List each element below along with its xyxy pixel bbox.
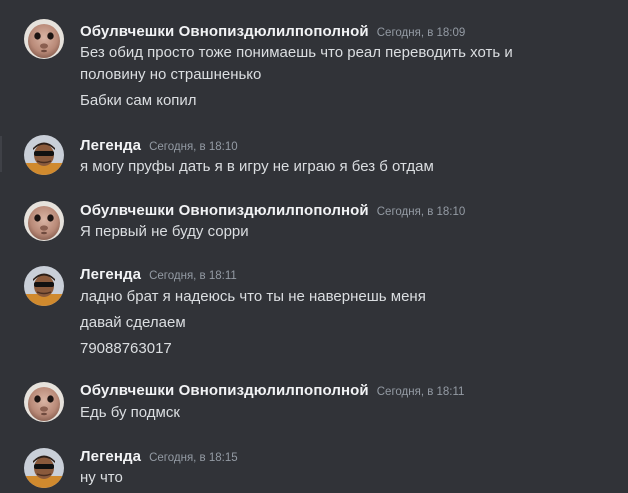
message-text: Я первый не буду сорри [80,223,249,240]
message-header: Легенда Сегодня, в 18:15 [80,448,238,468]
message-text: 79088763017 [80,340,172,357]
message-hover-indicator [0,136,2,172]
avatar[interactable] [24,135,64,175]
username[interactable]: Обулвчешки Овнопиздюлилпополной [80,382,369,399]
message-text: Бабки сам копил [80,92,197,109]
avatar[interactable] [24,201,64,241]
username[interactable]: Легенда [80,266,141,283]
person-sunglasses-avatar-icon [24,266,64,306]
username[interactable]: Легенда [80,137,141,154]
message-text: давай сделаем [80,314,186,331]
message-header: Обулвчешки Овнопиздюлилпополной Сегодня,… [80,202,465,222]
timestamp[interactable]: Сегодня, в 18:11 [149,270,237,282]
alien-face-avatar-icon [24,201,64,241]
avatar[interactable] [24,448,64,488]
avatar[interactable] [24,382,64,422]
message-text: ну что [80,469,123,486]
username[interactable]: Легенда [80,448,141,465]
message-header: Обулвчешки Овнопиздюлилпополной Сегодня,… [80,382,464,402]
avatar[interactable] [24,266,64,306]
chat-messages: Обулвчешки Овнопиздюлилпополной Сегодня,… [0,0,628,493]
person-sunglasses-avatar-icon [24,448,64,488]
username[interactable]: Обулвчешки Овнопиздюлилпополной [80,23,369,40]
avatar[interactable] [24,19,64,59]
timestamp[interactable]: Сегодня, в 18:10 [149,141,238,153]
message-text: Без обид просто тоже понимаешь что реал … [80,44,513,61]
timestamp[interactable]: Сегодня, в 18:09 [377,27,466,39]
message-text: Едь бу подмск [80,404,180,421]
alien-face-avatar-icon [24,19,64,59]
person-sunglasses-avatar-icon [24,135,64,175]
timestamp[interactable]: Сегодня, в 18:15 [149,452,238,464]
message-header: Легенда Сегодня, в 18:10 [80,137,238,157]
message-text: я могу пруфы дать я в игру не играю я бе… [80,158,434,175]
timestamp[interactable]: Сегодня, в 18:11 [377,386,465,398]
alien-face-avatar-icon [24,382,64,422]
message-header: Обулвчешки Овнопиздюлилпополной Сегодня,… [80,23,465,43]
message-header: Легенда Сегодня, в 18:11 [80,266,237,286]
message-text: ладно брат я надеюсь что ты не навернешь… [80,288,426,305]
timestamp[interactable]: Сегодня, в 18:10 [377,206,466,218]
message-text: половину но страшненько [80,66,262,83]
username[interactable]: Обулвчешки Овнопиздюлилпополной [80,202,369,219]
